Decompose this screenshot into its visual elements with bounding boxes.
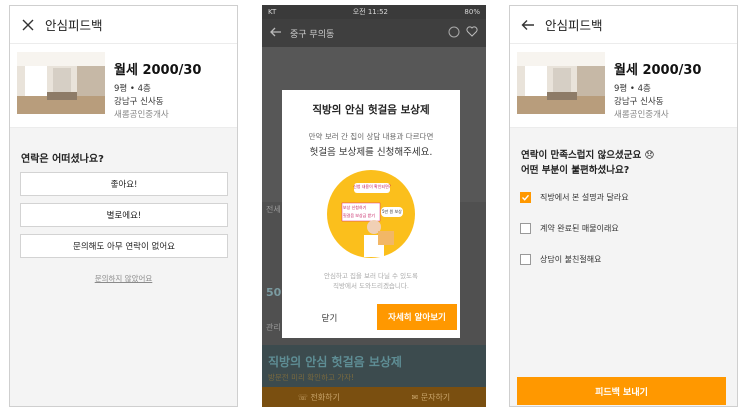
message-label: 문자하기: [420, 392, 451, 402]
illustration-text-1: 신청 내용이 확인되면?: [353, 184, 391, 189]
option-bad-button[interactable]: 별로에요!: [20, 203, 228, 227]
reason-checkbox-already-contracted[interactable]: 계약 완료된 매물이래요: [520, 223, 619, 234]
listing-location: 중구 무의동: [290, 29, 335, 40]
close-icon[interactable]: [20, 17, 36, 33]
modal-note-2: 직방에서 도와드리겠습니다.: [333, 282, 409, 290]
banner-subtitle: 방문전 미리 확인하고 가자!: [268, 373, 355, 382]
header-title: 안심피드백: [545, 18, 603, 33]
property-price: 월세 2000/30: [114, 63, 202, 78]
compensation-banner: 직방의 안심 헛걸음 보상제 방문전 미리 확인하고 가자!: [262, 345, 486, 387]
checkbox-label: 계약 완료된 매물이래요: [540, 224, 619, 233]
phone-icon: ☏: [297, 392, 308, 402]
back-arrow-icon[interactable]: [270, 27, 282, 40]
modal-subtitle-1: 만약 보러 간 집이 상담 내용과 다르다면: [308, 132, 434, 141]
property-address: 강남구 신사동: [114, 97, 164, 107]
reason-checkbox-unkind[interactable]: 상담이 불친절해요: [520, 254, 601, 265]
carrier-label: KT: [268, 8, 277, 16]
property-agent: 새롬공인중개사: [114, 110, 169, 120]
call-button[interactable]: ☏ 전화하기: [298, 392, 340, 403]
illustration-text-3: 헛걸음 보상금 받기: [343, 213, 375, 218]
option-good-button[interactable]: 좋아요!: [20, 172, 228, 196]
battery-label: 80%: [464, 8, 480, 16]
contact-bar: ☏ 전화하기 ✉ 문자하기: [262, 387, 486, 407]
checkbox[interactable]: [520, 254, 531, 265]
heart-icon[interactable]: [466, 26, 478, 40]
feedback-screen-1: 안심피드백 월세 2000/30 9평 • 4층 강남구 신사동 새롬공인중개사…: [9, 5, 238, 407]
listing-header: 중구 무의동: [262, 19, 486, 47]
compensation-modal: 직방의 안심 헛걸음 보상제 만약 보러 간 집이 상담 내용과 다르다면 헛걸…: [282, 90, 460, 338]
header-title: 안심피드백: [45, 18, 103, 33]
message-icon: ✉: [411, 392, 419, 402]
bg-side-label: 전세: [266, 205, 281, 214]
option-no-contact-button[interactable]: 문의해도 아무 연락이 없어요: [20, 234, 228, 258]
illustration-text-2: 보상 신청하기: [343, 205, 367, 210]
property-address: 강남구 신사동: [614, 97, 664, 107]
bg-peek-label: 관리: [266, 323, 281, 332]
modal-note-1: 안심하고 집을 보러 다닐 수 있도록: [323, 272, 419, 280]
checkbox[interactable]: [520, 223, 531, 234]
message-button[interactable]: ✉ 문자하기: [411, 392, 450, 403]
banner-title: 직방의 안심 헛걸음 보상제: [268, 355, 402, 369]
property-card[interactable]: 월세 2000/30 9평 • 4층 강남구 신사동 새롬공인중개사: [510, 44, 737, 128]
reason-checkbox-different-description[interactable]: 직방에서 본 설명과 달라요: [520, 192, 629, 203]
modal-close-button[interactable]: 닫기: [282, 305, 377, 331]
status-bar: KT 오전 11:52 80%: [262, 5, 486, 19]
check-icon: [522, 194, 530, 201]
header: 안심피드백: [510, 6, 737, 44]
compensation-illustration: 신청 내용이 확인되면? 보상 신청하기 헛걸음 보상금 받기 5만 원 보상: [326, 169, 416, 259]
question-title: 연락은 어떠셨나요?: [21, 154, 104, 165]
modal-title: 직방의 안심 헛걸음 보상제: [312, 104, 430, 116]
bg-peek-value: 50: [266, 286, 282, 299]
clock: 오전 11:52: [352, 8, 389, 16]
illustration-text-4: 5만 원 보상: [382, 209, 402, 214]
property-thumbnail: [517, 52, 605, 114]
call-label: 전화하기: [310, 392, 340, 402]
modal-learn-more-button[interactable]: 자세히 알아보기: [377, 304, 457, 330]
property-size-floor: 9평 • 4층: [614, 84, 651, 94]
question-line-2: 어떤 부분이 불편하셨나요?: [521, 165, 630, 176]
property-price: 월세 2000/30: [614, 63, 702, 78]
share-icon[interactable]: [448, 26, 460, 41]
question-line-1: 연락이 만족스럽지 않으셨군요 😞: [521, 150, 655, 161]
compensation-modal-screen: KT 오전 11:52 80% 중구 무의동 전세 50 관리 직방의 안심 헛…: [262, 5, 486, 407]
checkbox-label: 상담이 불친절해요: [540, 255, 602, 264]
property-size-floor: 9평 • 4층: [114, 84, 151, 94]
feedback-screen-3: 안심피드백 월세 2000/30 9평 • 4층 강남구 신사동 새롬공인중개사…: [509, 5, 738, 407]
checkbox[interactable]: [520, 192, 531, 203]
property-thumbnail: [17, 52, 105, 114]
modal-subtitle-2: 헛걸음 보상제를 신청해주세요.: [309, 147, 433, 158]
back-arrow-icon[interactable]: [520, 17, 536, 33]
not-inquired-link[interactable]: 문의하지 않았어요: [10, 273, 237, 284]
property-card[interactable]: 월세 2000/30 9평 • 4층 강남구 신사동 새롬공인중개사: [10, 44, 237, 128]
checkbox-label: 직방에서 본 설명과 달라요: [540, 193, 629, 202]
property-agent: 새롬공인중개사: [614, 110, 669, 120]
header: 안심피드백: [10, 6, 237, 44]
send-feedback-button[interactable]: 피드백 보내기: [517, 377, 726, 405]
